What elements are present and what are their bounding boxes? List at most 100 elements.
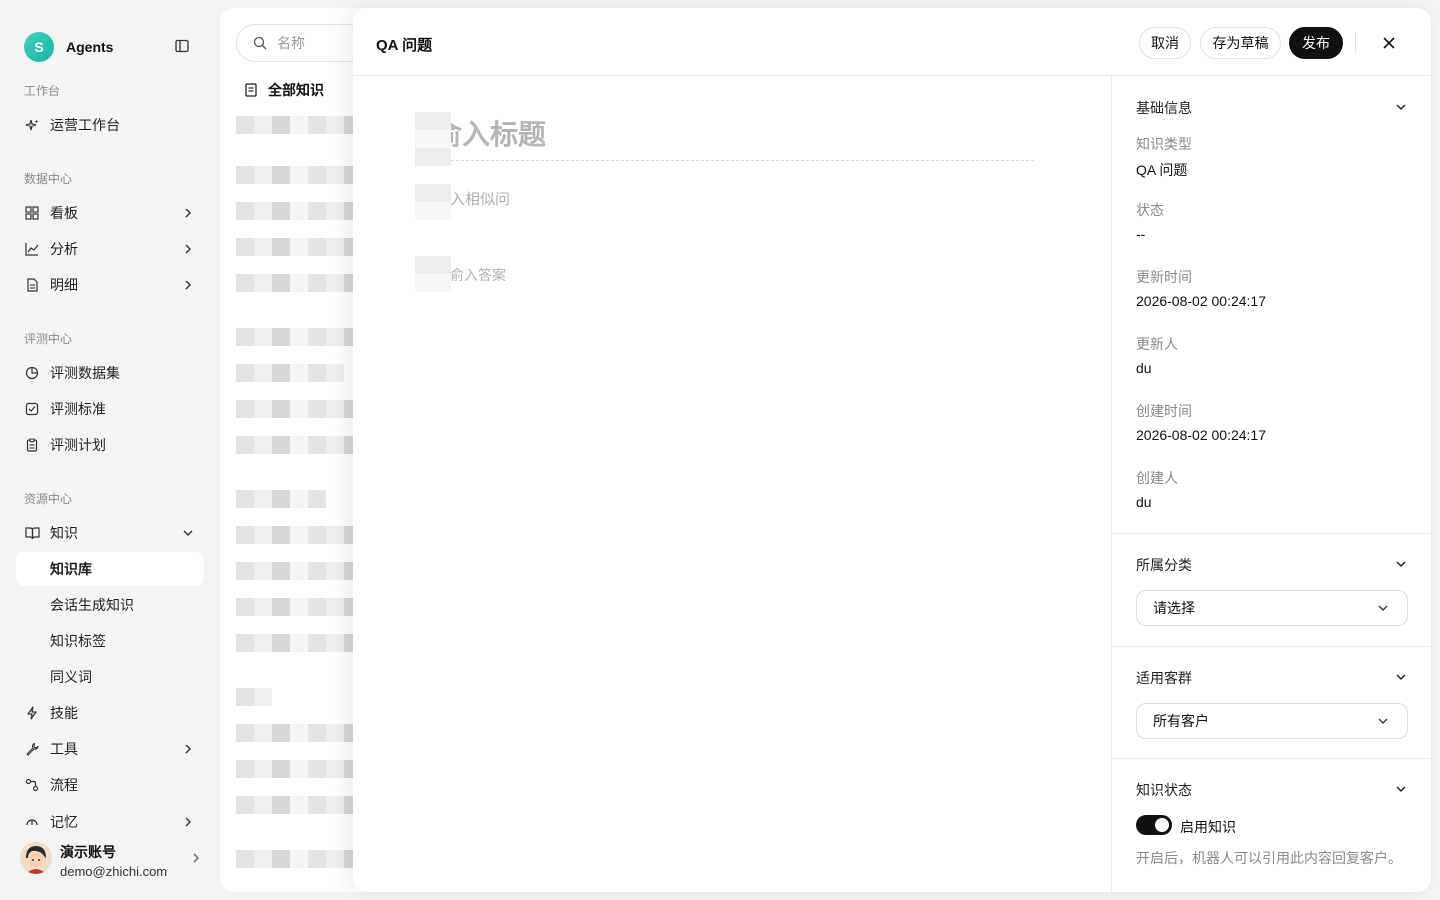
blurred-list-item[interactable] bbox=[236, 116, 362, 134]
blurred-list-item[interactable] bbox=[236, 490, 326, 508]
sidebar-item-label: 会话生成知识 bbox=[50, 597, 134, 613]
enable-knowledge-hint: 开启后，机器人可以引用此内容回复客户。 bbox=[1136, 850, 1402, 866]
chevron-down-icon[interactable] bbox=[1394, 100, 1408, 114]
all-knowledge-item[interactable]: 全部知识 bbox=[244, 80, 324, 100]
creator-label: 创建人 bbox=[1136, 470, 1178, 486]
sidebar-item-ops[interactable]: 运营工作台 bbox=[16, 108, 204, 142]
blurred-list-item[interactable] bbox=[236, 760, 362, 778]
header-divider bbox=[1355, 32, 1356, 54]
close-button[interactable] bbox=[1379, 33, 1399, 53]
chevron-right-icon bbox=[185, 744, 191, 754]
sidebar-item-label: 流程 bbox=[50, 777, 78, 793]
blurred-list-item[interactable] bbox=[236, 274, 362, 292]
blurred-list-item[interactable] bbox=[236, 634, 362, 652]
sidebar-item-flows[interactable]: 流程 bbox=[16, 768, 204, 802]
close-icon bbox=[1383, 37, 1395, 49]
section-title-eval: 评测中心 bbox=[24, 332, 73, 346]
sidebar-item-tools[interactable]: 工具 bbox=[16, 732, 204, 766]
creator-value: du bbox=[1136, 494, 1152, 510]
sidebar-item-board[interactable]: 看板 bbox=[16, 196, 204, 230]
blurred-list-item[interactable] bbox=[236, 328, 362, 346]
memory-icon bbox=[24, 812, 40, 828]
save-draft-button[interactable]: 存为草稿 bbox=[1200, 27, 1281, 59]
user-profile[interactable]: 演示账号 demo@zhichi.com bbox=[20, 840, 210, 880]
sidebar-item-synonyms[interactable]: 同义词 bbox=[16, 660, 204, 694]
blurred-list-item[interactable] bbox=[236, 688, 272, 706]
enable-knowledge-label: 启用知识 bbox=[1180, 819, 1236, 835]
editor-area[interactable]: 俞入标题 入相似问 俞入答案 bbox=[353, 76, 1111, 892]
sidebar-item-skills[interactable]: 技能 bbox=[16, 696, 204, 730]
publish-button[interactable]: 发布 bbox=[1289, 27, 1343, 59]
sidebar-item-label: 评测数据集 bbox=[50, 365, 120, 381]
audience-select[interactable]: 所有客户 bbox=[1136, 703, 1408, 739]
blurred-list-item[interactable] bbox=[236, 796, 362, 814]
sidebar-item-label: 知识 bbox=[50, 525, 78, 541]
blurred-list-item[interactable] bbox=[236, 526, 362, 544]
blurred-list-item[interactable] bbox=[236, 166, 362, 184]
blurred-list-item[interactable] bbox=[236, 562, 362, 580]
lightning-icon bbox=[24, 705, 40, 721]
blurred-list-item[interactable] bbox=[236, 724, 362, 742]
sidebar-item-eval-plan[interactable]: 评测计划 bbox=[16, 428, 204, 462]
basic-info-header[interactable]: 基础信息 bbox=[1136, 98, 1192, 118]
status-value: -- bbox=[1136, 226, 1146, 242]
sidebar-item-eval-standard[interactable]: 评测标准 bbox=[16, 392, 204, 426]
sidebar-item-session-knowledge[interactable]: 会话生成知识 bbox=[16, 588, 204, 622]
title-input[interactable]: 俞入标题 bbox=[416, 116, 1034, 161]
sidebar-item-eval-dataset[interactable]: 评测数据集 bbox=[16, 356, 204, 390]
audience-select-value: 所有客户 bbox=[1153, 713, 1209, 729]
updater-label: 更新人 bbox=[1136, 336, 1178, 352]
enable-knowledge-toggle[interactable] bbox=[1136, 815, 1172, 835]
sidebar-item-label: 同义词 bbox=[50, 669, 92, 685]
blurred-list-item[interactable] bbox=[236, 238, 362, 256]
chevron-down-icon[interactable] bbox=[1394, 557, 1408, 571]
status-label: 状态 bbox=[1136, 202, 1164, 218]
chevron-right-icon bbox=[185, 817, 191, 827]
created-time-value: 2026-08-02 00:24:17 bbox=[1136, 427, 1266, 443]
sparkle-icon bbox=[24, 117, 40, 133]
blurred-list-item[interactable] bbox=[236, 850, 362, 868]
divider bbox=[1112, 758, 1431, 759]
sidebar-collapse-icon[interactable] bbox=[175, 39, 189, 53]
knowledge-type-value: QA 问题 bbox=[1136, 162, 1188, 178]
pie-chart-icon bbox=[24, 365, 40, 381]
chevron-down-icon bbox=[1378, 605, 1388, 611]
chevron-down-icon[interactable] bbox=[1394, 782, 1408, 796]
section-title-workbench: 工作台 bbox=[24, 84, 61, 98]
blurred-list-item[interactable] bbox=[236, 202, 362, 220]
sidebar-item-detail[interactable]: 明细 bbox=[16, 268, 204, 302]
blurred-list-item[interactable] bbox=[236, 436, 362, 454]
sidebar-item-memory[interactable]: 记忆 bbox=[16, 804, 204, 828]
sidebar-item-knowledge[interactable]: 知识 bbox=[16, 516, 204, 550]
sidebar-item-label: 知识库 bbox=[50, 561, 92, 577]
brand[interactable]: S Agents bbox=[24, 32, 113, 62]
avatar bbox=[20, 842, 52, 874]
category-header[interactable]: 所属分类 bbox=[1136, 555, 1192, 575]
user-name: 演示账号 bbox=[60, 844, 116, 860]
chevron-right-icon bbox=[185, 280, 191, 290]
chevron-down-icon bbox=[1378, 718, 1388, 724]
blurred-list-item[interactable] bbox=[236, 598, 362, 616]
chevron-down-icon[interactable] bbox=[1394, 670, 1408, 684]
created-time-label: 创建时间 bbox=[1136, 403, 1192, 419]
sidebar-item-knowledge-base[interactable]: 知识库 bbox=[16, 552, 204, 586]
line-chart-icon bbox=[24, 241, 40, 257]
cancel-button[interactable]: 取消 bbox=[1139, 27, 1191, 59]
chevron-right-icon bbox=[185, 208, 191, 218]
audience-header[interactable]: 适用客群 bbox=[1136, 668, 1192, 688]
list-document-icon bbox=[245, 83, 257, 97]
brand-name: Agents bbox=[66, 39, 114, 55]
updated-time-value: 2026-08-02 00:24:17 bbox=[1136, 293, 1266, 309]
section-title-data: 数据中心 bbox=[24, 172, 73, 186]
sidebar-item-analysis[interactable]: 分析 bbox=[16, 232, 204, 266]
blurred-list-item[interactable] bbox=[236, 400, 362, 418]
divider bbox=[1112, 646, 1431, 647]
search-icon bbox=[253, 36, 267, 50]
category-select[interactable]: 请选择 bbox=[1136, 590, 1408, 626]
sidebar-item-label: 知识标签 bbox=[50, 633, 106, 649]
search-placeholder: 名称 bbox=[277, 35, 305, 51]
knowledge-status-header[interactable]: 知识状态 bbox=[1136, 780, 1192, 800]
blurred-list-item[interactable] bbox=[236, 364, 344, 382]
sidebar-item-label: 记忆 bbox=[50, 814, 78, 828]
sidebar-item-knowledge-tags[interactable]: 知识标签 bbox=[16, 624, 204, 658]
